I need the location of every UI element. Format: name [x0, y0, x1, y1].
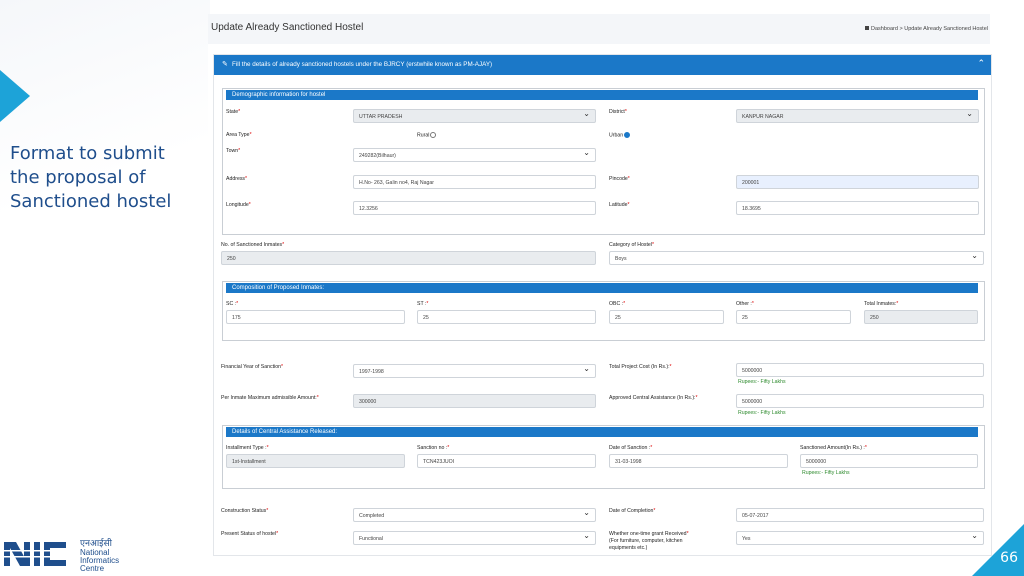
latitude-label: Latitude* [609, 202, 630, 208]
total-inmates-input[interactable]: 250 [864, 310, 978, 324]
present-status-label: Present Status of hostel* [221, 531, 279, 537]
category-label: Category of Hostel* [609, 242, 654, 248]
rural-radio[interactable] [430, 132, 437, 138]
grant-select[interactable]: Yes [736, 531, 984, 545]
slide-caption: Format to submit the proposal of Sanctio… [10, 142, 182, 214]
caption-line: Sanctioned hostel [10, 191, 172, 212]
breadcrumb-separator: > [899, 26, 903, 32]
longitude-label: Longitude* [226, 202, 251, 208]
caption-line: the proposal of [10, 167, 146, 188]
total-inmates-label: Total Inmates:* [864, 301, 899, 307]
central-assistance-words: Rupees:- Fifty Lakhs [738, 410, 786, 416]
pincode-label: Pincode* [609, 176, 630, 182]
state-select[interactable]: UTTAR PRADESH [353, 109, 596, 123]
sc-input[interactable]: 175 [226, 310, 405, 324]
other-input[interactable]: 25 [736, 310, 851, 324]
installment-label: Installment Type :* [226, 445, 269, 451]
installment-input[interactable]: 1st-Installment [226, 454, 405, 468]
category-select[interactable]: Boys [609, 251, 984, 265]
latitude-input[interactable]: 18.3695 [736, 201, 979, 215]
app-screenshot: Update Already Sanctioned Hostel Dashboa… [208, 14, 992, 556]
sanctioned-amount-words: Rupees:- Fifty Lakhs [802, 470, 850, 476]
obc-label: OBC :* [609, 301, 626, 307]
sanction-no-input[interactable]: TCN423JUOI [417, 454, 596, 468]
address-input[interactable]: H.No- 263, Galin no4, Raj Nagar [353, 175, 596, 189]
home-icon [865, 26, 870, 30]
release-section-title: Details of Central Assistance Released: [226, 427, 978, 437]
construction-status-select[interactable]: Completed [353, 508, 596, 522]
completion-date-input[interactable]: 05-07-2017 [736, 508, 984, 522]
sanction-no-label: Sanction no :* [417, 445, 450, 451]
per-inmate-label: Per Inmate Maximum admissible Amount:* [221, 395, 319, 401]
demographic-section-title: Demographic information for hostel [226, 90, 978, 100]
st-label: ST :* [417, 301, 429, 307]
total-cost-label: Total Project Cost (In Rs.):* [609, 364, 672, 370]
financial-year-select[interactable]: 1997-1998 [353, 364, 596, 378]
sanction-date-label: Date of Sanction :* [609, 445, 653, 451]
page-title: Update Already Sanctioned Hostel [211, 22, 364, 33]
completion-date-label: Date of Completion* [609, 508, 656, 514]
rural-option[interactable]: Rural [417, 132, 437, 138]
breadcrumb-current: Update Already Sanctioned Hostel [904, 26, 988, 32]
sanction-date-input[interactable]: 31-03-1998 [609, 454, 788, 468]
district-label: District* [609, 109, 627, 115]
sanctioned-inmates-label: No. of Sanctioned Inmates* [221, 242, 285, 248]
caption-line: Format to submit [10, 143, 165, 164]
state-label: State* [226, 109, 241, 115]
form-header-text: Fill the details of already sanctioned h… [232, 61, 493, 68]
sanctioned-amount-input[interactable]: 5000000 [800, 454, 978, 468]
logo-line: Centre [80, 564, 105, 572]
per-inmate-input[interactable]: 300000 [353, 394, 596, 408]
st-input[interactable]: 25 [417, 310, 596, 324]
sanctioned-inmates-input[interactable]: 250 [221, 251, 596, 265]
slide-arrow-icon [0, 70, 30, 122]
breadcrumb-home[interactable]: Dashboard [871, 26, 898, 32]
sanctioned-amount-label: Sanctioned Amount(In Rs.) :* [800, 445, 867, 451]
other-label: Other :* [736, 301, 754, 307]
page-number: 66 [1000, 550, 1018, 566]
form-card-header[interactable]: ✎ Fill the details of already sanctioned… [214, 55, 991, 75]
central-assistance-input[interactable]: 5000000 [736, 394, 984, 408]
town-label: Town* [226, 148, 241, 154]
edit-icon: ✎ [222, 61, 228, 68]
form-card: ✎ Fill the details of already sanctioned… [213, 54, 992, 556]
area-type-label: Area Type* [226, 132, 252, 138]
sc-label: SC :* [226, 301, 239, 307]
chevron-up-icon[interactable]: ⌃ [977, 58, 985, 69]
present-status-select[interactable]: Functional [353, 531, 596, 545]
total-cost-input[interactable]: 5000000 [736, 363, 984, 377]
financial-year-label: Financial Year of Sanction* [221, 364, 284, 370]
obc-input[interactable]: 25 [609, 310, 724, 324]
address-label: Address* [226, 176, 248, 182]
town-select[interactable]: 249282(Bilhaur) [353, 148, 596, 162]
breadcrumb: Dashboard > Update Already Sanctioned Ho… [865, 26, 988, 32]
composition-section-title: Composition of Proposed Inmates: [226, 283, 978, 293]
longitude-input[interactable]: 12.3256 [353, 201, 596, 215]
urban-radio[interactable] [624, 132, 631, 138]
construction-status-label: Construction Status* [221, 508, 269, 514]
nic-logo: एनआईसी National Informatics Centre [4, 537, 119, 572]
total-cost-words: Rupees:- Fifty Lakhs [738, 379, 786, 385]
grant-label: Whether one-time grant Received* (For fu… [609, 531, 689, 551]
pincode-input[interactable]: 200001 [736, 175, 979, 189]
central-assistance-label: Approved Central Assistance (In Rs.):* [609, 395, 698, 401]
district-select[interactable]: KANPUR NAGAR [736, 109, 979, 123]
page-header: Update Already Sanctioned Hostel Dashboa… [208, 14, 990, 44]
urban-option[interactable]: Urban [609, 132, 631, 138]
